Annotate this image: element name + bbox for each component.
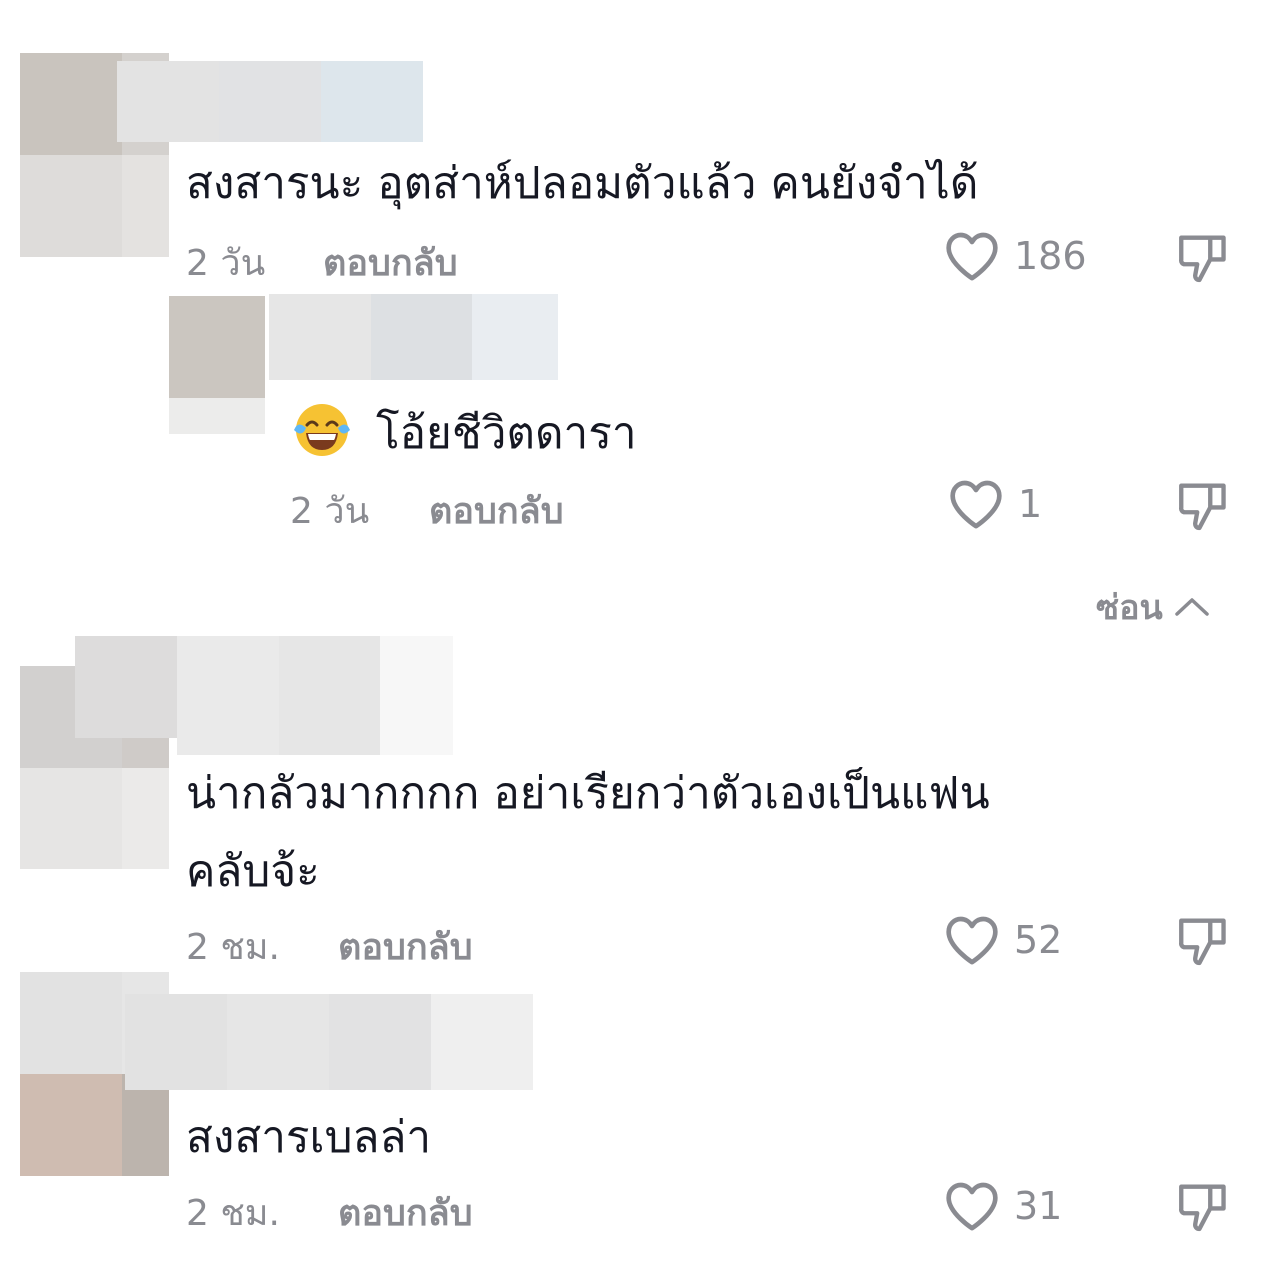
comment-time: 2 ชม. bbox=[186, 1193, 280, 1234]
thumbs-down-outline-icon[interactable] bbox=[1174, 1177, 1232, 1235]
hide-replies-label: ซ่อน bbox=[1096, 588, 1163, 628]
heart-outline-icon bbox=[950, 480, 1002, 529]
hide-replies-button[interactable]: ซ่อน bbox=[1096, 580, 1211, 634]
heart-outline-icon bbox=[946, 232, 998, 281]
thumbs-down-outline-icon[interactable] bbox=[1174, 476, 1232, 534]
like-count: 186 bbox=[1014, 234, 1087, 278]
reply-button[interactable]: ตอบกลับ bbox=[323, 234, 458, 291]
heart-outline-icon bbox=[946, 1182, 998, 1231]
comment-text: โอ้ยชีวิตดารา bbox=[376, 408, 637, 459]
comment-time: 2 ชม. bbox=[186, 927, 280, 968]
like-count: 1 bbox=[1018, 482, 1043, 526]
comment-time: 2 วัน bbox=[290, 491, 370, 532]
face-with-tears-of-joy-icon bbox=[294, 404, 350, 456]
comment-text-line-1: น่ากลัวมากกกก อย่าเรียกว่าตัวเองเป็นแฟน bbox=[186, 768, 990, 819]
heart-outline-icon bbox=[946, 916, 998, 965]
like-button[interactable]: 186 bbox=[944, 230, 1087, 282]
comment-time: 2 วัน bbox=[186, 243, 266, 284]
comment-text: สงสารนะ อุตส่าห์ปลอมตัวแล้ว คนยังจำได้ bbox=[186, 158, 979, 209]
reply-button[interactable]: ตอบกลับ bbox=[429, 482, 564, 539]
reply-button[interactable]: ตอบกลับ bbox=[338, 1184, 473, 1241]
like-count: 31 bbox=[1014, 1184, 1063, 1228]
like-button[interactable]: 52 bbox=[944, 914, 1062, 966]
thumbs-down-outline-icon[interactable] bbox=[1174, 911, 1232, 969]
chevron-up-icon bbox=[1175, 598, 1209, 616]
like-count: 52 bbox=[1014, 918, 1063, 962]
like-button[interactable]: 1 bbox=[948, 478, 1042, 530]
like-button[interactable]: 31 bbox=[944, 1180, 1062, 1232]
thumbs-down-outline-icon[interactable] bbox=[1174, 228, 1232, 286]
comment-text-line-2: คลับจ้ะ bbox=[186, 846, 320, 897]
comment-text: สงสารเบลล่า bbox=[186, 1112, 432, 1163]
reply-button[interactable]: ตอบกลับ bbox=[338, 918, 473, 975]
